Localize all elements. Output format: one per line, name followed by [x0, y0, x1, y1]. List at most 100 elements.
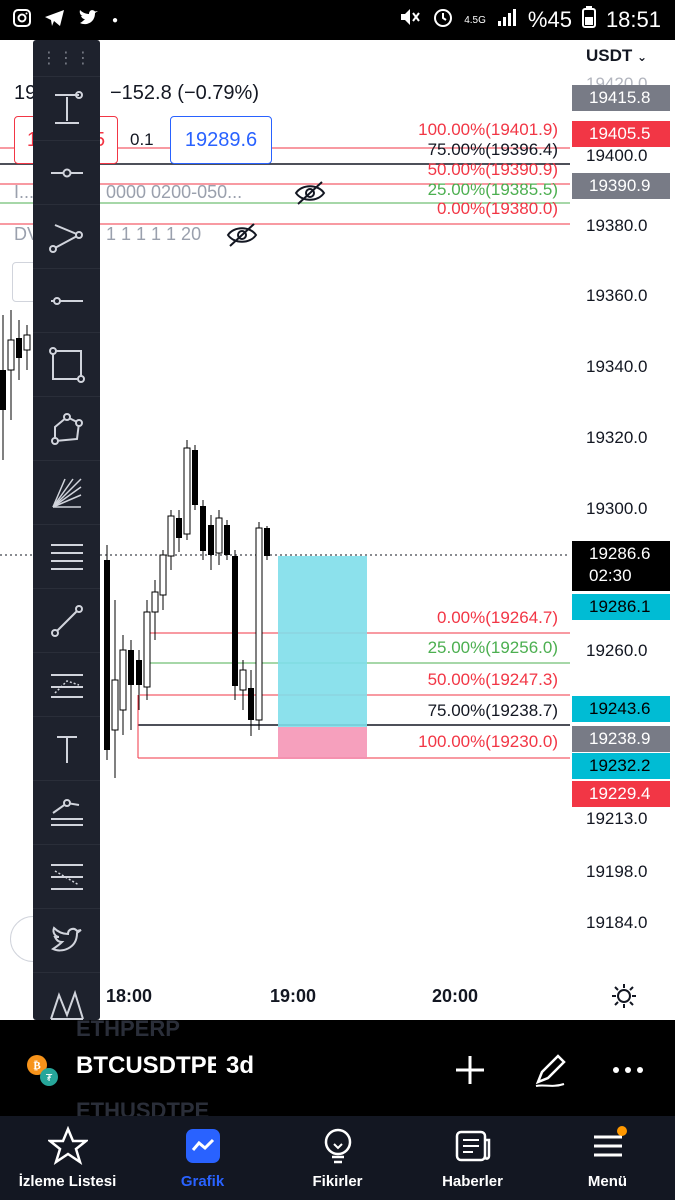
drawing-toolbar: ⋮⋮⋮: [33, 40, 100, 1020]
pattern-icon: [49, 989, 84, 1020]
tool-pattern[interactable]: [33, 972, 100, 1020]
tool-fib-time[interactable]: [33, 844, 100, 908]
fib-extension-icon: [50, 673, 83, 698]
current-price-tag: 19286.6 02:30: [572, 541, 670, 591]
tool-price-range[interactable]: [33, 76, 100, 140]
price-axis-label: 19340.0: [586, 357, 648, 376]
btc-coin-icon: ₿ ₮: [27, 1055, 58, 1086]
mute-icon: [398, 6, 422, 34]
indicator-params: 1 1 1 1 1 20: [106, 224, 202, 244]
fib-label: 75.00%(19238.7): [427, 701, 558, 720]
tool-fib-retracement[interactable]: [33, 524, 100, 588]
time-axis-label: 18:00: [106, 986, 153, 1006]
price-range-icon: [54, 90, 83, 124]
tool-path[interactable]: [33, 204, 100, 268]
drag-handle-icon[interactable]: ⋮⋮⋮: [33, 40, 100, 76]
fib-channel-icon: [50, 798, 83, 826]
bottom-navigation: İzleme Listesi Grafik Fikirler Haberler …: [0, 1116, 675, 1200]
fib-label: 75.00%(19396.4): [427, 140, 558, 159]
twitter-icon: [78, 8, 100, 34]
chevron-down-icon: ⌄: [637, 50, 648, 64]
currency-selector[interactable]: USDT ⌄: [586, 46, 647, 66]
dot-indicator-icon: ●: [112, 15, 119, 26]
tool-text[interactable]: [33, 716, 100, 780]
nav-ideas[interactable]: Fikirler: [270, 1116, 405, 1200]
price-tag: 19232.2: [572, 753, 670, 779]
tool-twitter-share[interactable]: [33, 908, 100, 972]
svg-text:₿: ₿: [33, 1059, 41, 1072]
chart-icon: [185, 1129, 220, 1163]
ray-icon: [50, 296, 83, 305]
tool-fib-channel[interactable]: [33, 780, 100, 844]
price-axis-label: 19198.0: [586, 862, 648, 881]
fib-label: 50.00%(19390.9): [427, 160, 558, 179]
fib-label: 25.00%(19385.5): [427, 180, 558, 199]
star-icon: [47, 1126, 88, 1165]
price-axis-label: 19213.0: [586, 809, 648, 828]
price-tag: 19286.1: [572, 594, 670, 620]
fib-label: 25.00%(19256.0): [427, 638, 558, 657]
fib-fan-icon: [51, 477, 82, 508]
fib-retracement-icon: [50, 543, 83, 570]
price-axis-label: 19380.0: [586, 216, 648, 235]
fib-label: 100.00%(19401.9): [418, 120, 558, 139]
telegram-icon: [44, 8, 66, 34]
tool-fib-extension[interactable]: [33, 652, 100, 716]
tool-rectangle[interactable]: [33, 332, 100, 396]
price-tag: 19390.9: [572, 173, 670, 199]
time-axis-label: 19:00: [270, 986, 317, 1006]
menu-icon: [593, 1126, 627, 1157]
fib-label: 0.00%(19264.7): [437, 608, 558, 627]
add-icon[interactable]: [448, 1048, 492, 1092]
polyline-icon: [50, 412, 83, 445]
instagram-icon: [12, 8, 32, 34]
indicator-label[interactable]: I...: [14, 182, 34, 203]
tool-trend-line[interactable]: [33, 588, 100, 652]
candle-countdown: 02:30: [589, 566, 632, 585]
trend-line-icon: [50, 604, 83, 637]
chart-area[interactable]: 19 −152.8 (−0.79%) 15 0.1 19289.6 I... 0…: [0, 40, 675, 1020]
price-axis-label: 19360.0: [586, 286, 648, 305]
battery-percent: %45: [527, 7, 572, 32]
symbol-name[interactable]: BTCUSDTPERP: [76, 1052, 216, 1080]
tool-horizontal-line[interactable]: [33, 140, 100, 204]
price-axis-label: 19400.0: [586, 146, 648, 165]
fib-label: 50.00%(19247.3): [427, 670, 558, 689]
rectangle-icon: [48, 346, 85, 383]
svg-text:₮: ₮: [46, 1073, 53, 1084]
price-axis-label: 19184.0: [586, 913, 648, 932]
price-tag: 19405.5: [572, 121, 670, 147]
fib-time-icon: [50, 863, 83, 890]
buy-button[interactable]: 19289.6: [170, 116, 272, 164]
twitter-icon: [50, 925, 82, 951]
price-change: −152.8 (−0.79%): [110, 82, 259, 104]
price-tag: 19238.9: [572, 726, 670, 752]
nav-watchlist[interactable]: İzleme Listesi: [0, 1116, 135, 1200]
price-tag: 19415.8: [572, 85, 670, 111]
ghost-symbol: ETHPERP: [76, 1016, 180, 1041]
more-options-icon[interactable]: [606, 1048, 650, 1092]
lightbulb-icon: [324, 1128, 351, 1164]
tool-polyline[interactable]: [33, 396, 100, 460]
drawing-pen-icon[interactable]: [528, 1048, 572, 1092]
price-tag: 19229.4: [572, 781, 670, 807]
path-icon: [48, 223, 83, 253]
clock: 18:51: [605, 7, 661, 32]
time-axis-label: 20:00: [432, 986, 479, 1006]
battery-icon: [581, 6, 596, 34]
tool-fib-fan[interactable]: [33, 460, 100, 524]
price-axis-label: 19320.0: [586, 428, 648, 447]
network-type: 4.5G: [464, 14, 486, 26]
nav-chart[interactable]: Grafik: [135, 1116, 270, 1200]
nav-news[interactable]: Haberler: [405, 1116, 540, 1200]
nav-menu[interactable]: Menü: [540, 1116, 675, 1200]
fib-label: 100.00%(19230.0): [418, 732, 558, 751]
symbol-bar: ETHPERP ₿ ₮ BTCUSDTPERP 3d ETHUSDTPE: [0, 1016, 675, 1123]
alarm-icon: [432, 6, 454, 34]
news-icon: [455, 1130, 490, 1162]
indicator-params: 0000 0200-050...: [106, 182, 243, 202]
spread-value: 0.1: [130, 130, 154, 149]
tool-ray[interactable]: [33, 268, 100, 332]
horizontal-line-icon: [50, 168, 83, 177]
timeframe-selector[interactable]: 3d: [226, 1052, 254, 1080]
